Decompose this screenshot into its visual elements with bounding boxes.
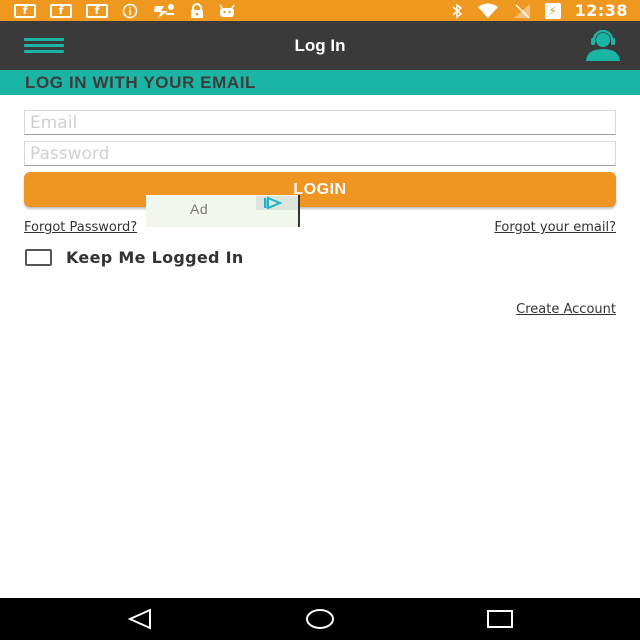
- bluetooth-icon: [451, 3, 463, 19]
- status-left-icons: f f f: [14, 2, 236, 19]
- section-header: LOG IN WITH YOUR EMAIL: [0, 70, 640, 95]
- support-agent-icon[interactable]: [582, 29, 624, 62]
- ad-banner[interactable]: Ad: [146, 195, 300, 227]
- ad-choices-icon[interactable]: [256, 195, 298, 210]
- sports-app-icon: [152, 3, 176, 19]
- android-icon: [218, 4, 236, 18]
- login-button[interactable]: LOGIN: [24, 172, 616, 207]
- facebook-icon: f: [86, 3, 108, 18]
- page-title: Log In: [294, 35, 346, 55]
- back-triangle-icon[interactable]: [126, 608, 154, 630]
- system-nav-bar: [0, 598, 640, 640]
- battery-charging-icon: ⚡: [544, 2, 561, 19]
- create-account-link[interactable]: Create Account: [516, 302, 616, 317]
- info-icon: [122, 3, 138, 19]
- ad-label: Ad: [190, 201, 209, 217]
- password-field[interactable]: [24, 141, 616, 166]
- status-right-icons: ⚡ 12:38: [451, 1, 628, 20]
- email-field[interactable]: [24, 110, 616, 135]
- status-bar: f f f ⚡ 12:38: [0, 0, 640, 21]
- facebook-icon: f: [14, 3, 36, 18]
- recent-apps-square-icon[interactable]: [486, 608, 514, 630]
- wifi-icon: [477, 3, 499, 19]
- keep-logged-in-checkbox[interactable]: [25, 249, 52, 266]
- keep-logged-in-label: Keep Me Logged In: [66, 248, 244, 267]
- status-time: 12:38: [574, 1, 628, 20]
- hamburger-menu-icon[interactable]: [24, 38, 64, 54]
- home-circle-icon[interactable]: [305, 608, 335, 630]
- forgot-email-link[interactable]: Forgot your email?: [494, 220, 616, 235]
- keep-logged-in-row[interactable]: Keep Me Logged In: [25, 248, 244, 267]
- forgot-password-link[interactable]: Forgot Password?: [24, 220, 137, 235]
- app-bar: Log In: [0, 21, 640, 70]
- lock-icon: [190, 2, 204, 19]
- facebook-icon: f: [50, 3, 72, 18]
- no-signal-icon: [513, 3, 531, 19]
